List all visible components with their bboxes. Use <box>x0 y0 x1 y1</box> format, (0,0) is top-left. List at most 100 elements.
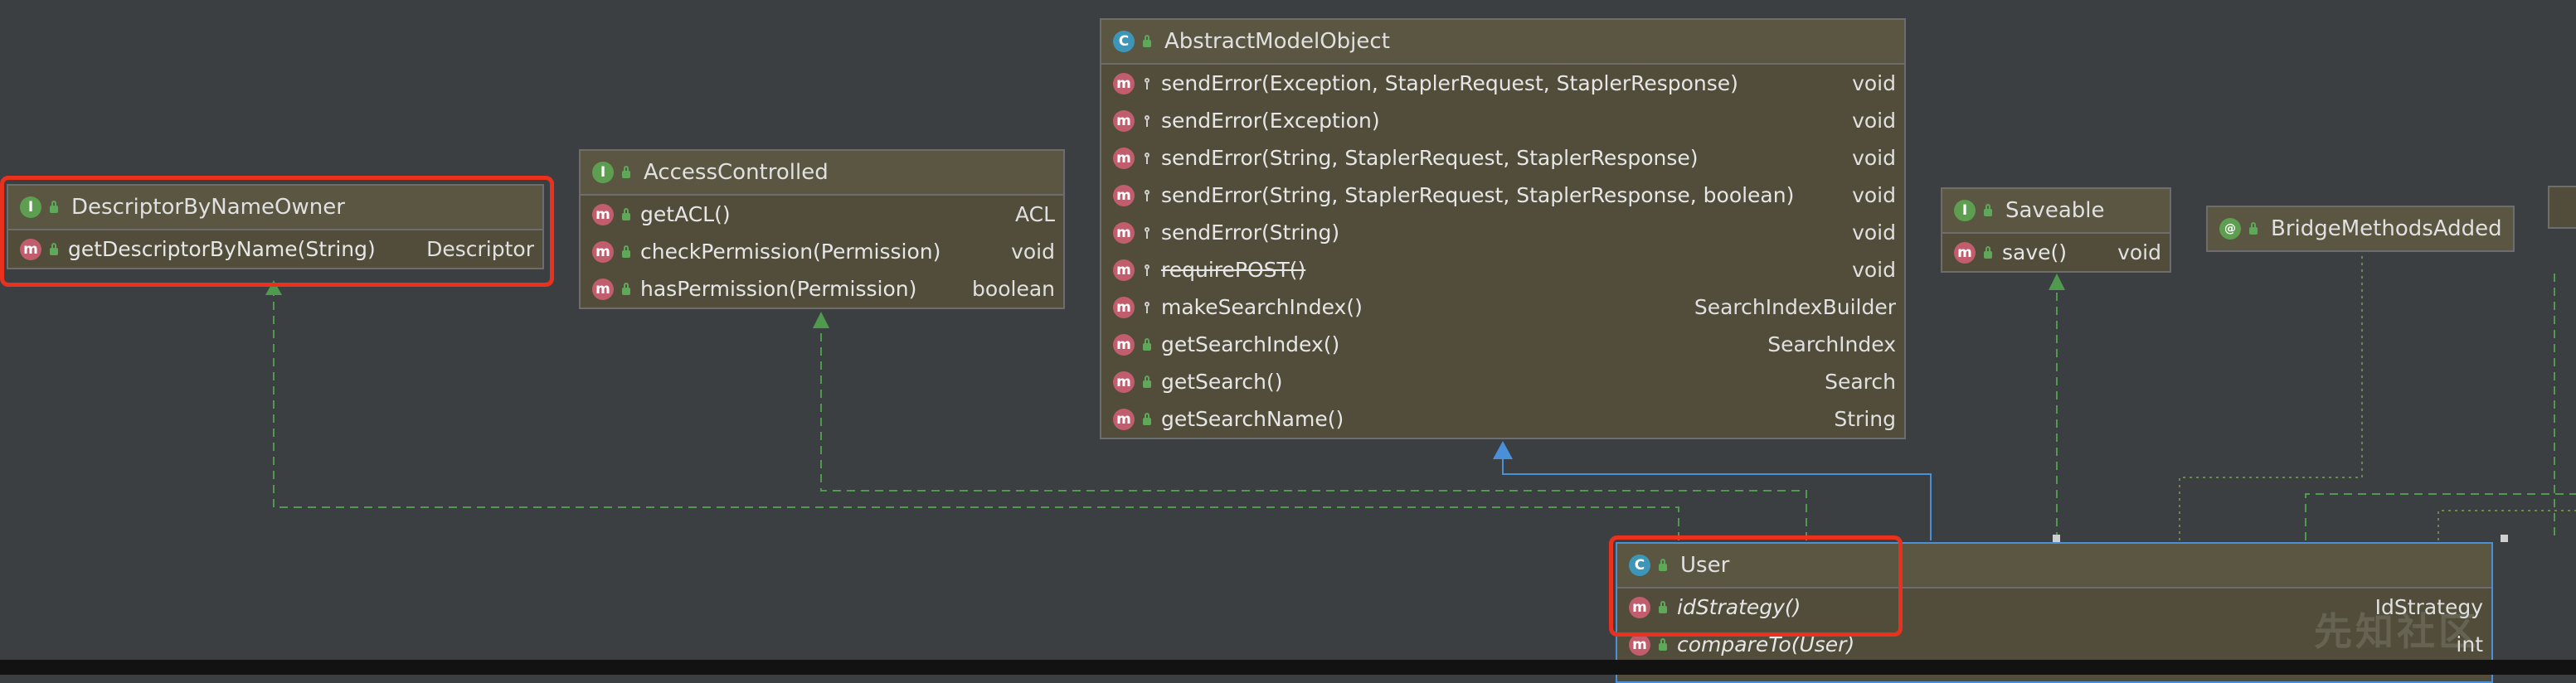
public-lock-icon <box>620 282 632 296</box>
method-icon: m <box>1113 221 1135 244</box>
class-box-offscreen-partial[interactable] <box>2548 186 2576 229</box>
class-title: AbstractModelObject <box>1164 29 1390 54</box>
return-type: void <box>1011 240 1055 264</box>
public-lock-icon <box>1141 412 1153 426</box>
method-icon: m <box>1113 147 1135 169</box>
public-lock-icon <box>620 245 632 259</box>
public-lock-icon <box>1982 245 1994 259</box>
method-icon: m <box>592 278 614 300</box>
return-type: void <box>1852 146 1896 170</box>
method-name: hasPermission(Permission) <box>640 277 917 301</box>
watermark: 先知社区 <box>2314 609 2480 654</box>
return-type: SearchIndex <box>1767 332 1896 356</box>
method-row[interactable]: m getSearchName() String <box>1101 400 1904 438</box>
protected-key-icon <box>1141 226 1153 240</box>
method-icon: m <box>592 240 614 263</box>
method-icon: m <box>592 203 614 225</box>
method-row[interactable]: m sendError(Exception) void <box>1101 102 1904 139</box>
class-box-access-controlled[interactable]: I AccessControlled m getACL() ACL m chec… <box>579 149 1065 309</box>
method-row[interactable]: m save() void <box>1942 234 2170 271</box>
return-type: void <box>1852 258 1896 282</box>
annotation-icon: @ <box>2219 218 2241 240</box>
method-icon: m <box>1113 184 1135 206</box>
public-lock-icon <box>1657 637 1669 652</box>
method-row[interactable]: m hasPermission(Permission) boolean <box>581 270 1063 308</box>
highlight-descriptor-by-name-owner <box>0 176 554 287</box>
method-icon: m <box>1113 296 1135 318</box>
public-lock-icon <box>1141 35 1153 48</box>
method-icon: m <box>1954 241 1976 264</box>
method-name: sendError(Exception, StaplerRequest, Sta… <box>1161 71 1738 95</box>
public-lock-icon <box>620 166 632 179</box>
public-lock-icon <box>2248 222 2259 235</box>
method-icon: m <box>1113 371 1135 393</box>
public-lock-icon <box>1141 337 1153 351</box>
protected-key-icon <box>1141 301 1153 314</box>
method-row[interactable]: m sendError(Exception, StaplerRequest, S… <box>1101 65 1904 102</box>
method-name: checkPermission(Permission) <box>640 240 941 264</box>
method-name: sendError(Exception) <box>1161 109 1380 133</box>
return-type: void <box>1852 71 1896 95</box>
return-type: void <box>1852 220 1896 245</box>
class-box-abstract-model-object[interactable]: C AbstractModelObject m sendError(Except… <box>1100 18 1906 439</box>
deprecated-method-name: requirePOST() <box>1161 258 1306 282</box>
protected-key-icon <box>1141 264 1153 277</box>
method-name: sendError(String, StaplerRequest, Staple… <box>1161 146 1699 170</box>
method-name: getSearchIndex() <box>1161 332 1340 356</box>
class-box-saveable[interactable]: I Saveable m save() void <box>1941 187 2171 273</box>
method-row[interactable]: m checkPermission(Permission) void <box>581 233 1063 270</box>
return-type: ACL <box>1014 202 1055 226</box>
protected-key-icon <box>1141 152 1153 165</box>
protected-key-icon <box>1141 189 1153 202</box>
method-row[interactable]: m sendError(String, StaplerRequest, Stap… <box>1101 177 1904 214</box>
method-row[interactable]: m sendError(String, StaplerRequest, Stap… <box>1101 139 1904 177</box>
method-icon: m <box>1113 333 1135 356</box>
class-header[interactable]: I Saveable <box>1942 189 2170 234</box>
method-row[interactable]: m sendError(String) void <box>1101 214 1904 251</box>
method-name: getSearchName() <box>1161 407 1344 431</box>
bottom-bar <box>0 660 2576 675</box>
return-type: Search <box>1825 370 1896 394</box>
method-name: getSearch() <box>1161 370 1283 394</box>
abstract-class-icon: C <box>1113 31 1135 52</box>
edge-user-to-abstract-model-object <box>1502 458 1932 540</box>
protected-key-icon <box>1141 114 1153 128</box>
edge-handle[interactable] <box>2501 535 2508 542</box>
public-lock-icon <box>620 207 632 221</box>
class-title: Saveable <box>2005 198 2105 223</box>
method-name: sendError(String) <box>1161 220 1340 245</box>
method-row[interactable]: m requirePOST() void <box>1101 251 1904 288</box>
edge-user-to-offscreen-right <box>2305 493 2576 540</box>
public-lock-icon <box>1141 375 1153 389</box>
class-header[interactable]: C AbstractModelObject <box>1101 20 1904 65</box>
highlight-user-id-strategy <box>1609 535 1903 637</box>
class-header[interactable]: I AccessControlled <box>581 151 1063 196</box>
class-title: BridgeMethodsAdded <box>2271 216 2502 241</box>
method-icon: m <box>1113 259 1135 281</box>
method-row[interactable]: m getSearchIndex() SearchIndex <box>1101 326 1904 363</box>
return-type: void <box>2117 240 2161 264</box>
method-row[interactable]: m getSearch() Search <box>1101 363 1904 400</box>
return-type: boolean <box>972 277 1055 301</box>
method-name: getACL() <box>640 202 731 226</box>
class-box-bridge-methods-added[interactable]: @ BridgeMethodsAdded <box>2206 206 2515 252</box>
method-row[interactable]: m makeSearchIndex() SearchIndexBuilder <box>1101 288 1904 326</box>
method-icon: m <box>1113 72 1135 94</box>
public-lock-icon <box>1982 204 1994 217</box>
class-header[interactable]: @ BridgeMethodsAdded <box>2208 207 2513 250</box>
interface-icon: I <box>1954 200 1976 221</box>
return-type: void <box>1852 109 1896 133</box>
protected-key-icon <box>1141 77 1153 90</box>
method-icon: m <box>1113 408 1135 430</box>
method-name: makeSearchIndex() <box>1161 295 1363 319</box>
edge-handle[interactable] <box>2053 535 2060 542</box>
method-icon: m <box>1113 109 1135 132</box>
interface-icon: I <box>592 162 614 183</box>
method-name: sendError(String, StaplerRequest, Staple… <box>1161 183 1795 207</box>
method-name: save() <box>2002 240 2068 264</box>
method-row[interactable]: m getACL() ACL <box>581 196 1063 233</box>
edge-user-to-bridge-methods-added <box>2179 252 2363 540</box>
return-type: SearchIndexBuilder <box>1694 295 1896 319</box>
arrowhead-saveable <box>2049 274 2065 290</box>
method-icon: m <box>1629 633 1650 656</box>
